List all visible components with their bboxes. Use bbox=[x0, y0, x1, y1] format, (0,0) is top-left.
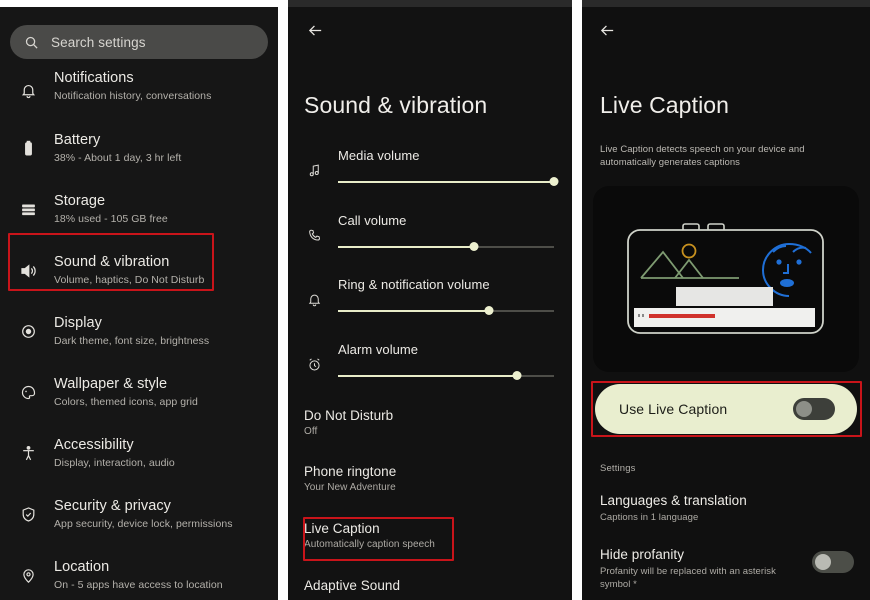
sidebar-item-accessibility[interactable]: Accessibility Display, interaction, audi… bbox=[0, 423, 278, 484]
volume-label: Alarm volume bbox=[338, 342, 419, 357]
sidebar-item-subtitle: Dark theme, font size, brightness bbox=[54, 335, 210, 347]
list-item-title: Adaptive Sound bbox=[304, 578, 401, 593]
list-item-title: Do Not Disturb bbox=[304, 408, 394, 423]
volume-label: Media volume bbox=[338, 148, 420, 163]
sidebar-item-label: Storage bbox=[54, 193, 106, 209]
status-bar-strip bbox=[0, 0, 278, 7]
list-item-title: Languages & translation bbox=[600, 493, 747, 508]
use-live-caption-toggle[interactable] bbox=[793, 398, 835, 420]
list-item-subtitle: Automatically caption speech bbox=[304, 539, 435, 550]
list-item-subtitle: Captions in 1 language bbox=[600, 512, 699, 523]
live-caption-illustration bbox=[593, 186, 859, 372]
hide-profanity-toggle[interactable] bbox=[812, 551, 854, 573]
bell-icon bbox=[304, 289, 324, 309]
alarm-icon bbox=[304, 354, 324, 374]
sidebar-item-label: Location bbox=[54, 559, 110, 575]
list-item-subtitle: Off bbox=[304, 426, 318, 437]
status-bar-strip bbox=[582, 0, 870, 7]
settings-section-label: Settings bbox=[600, 463, 636, 474]
list-item-title: Live Caption bbox=[304, 521, 380, 536]
battery-icon bbox=[14, 140, 42, 157]
search-input[interactable]: Search settings bbox=[10, 25, 268, 59]
accessibility-icon bbox=[14, 445, 42, 462]
media-volume-slider[interactable] bbox=[338, 175, 559, 189]
music-note-icon bbox=[304, 160, 324, 180]
toggle-knob bbox=[815, 554, 831, 570]
search-placeholder: Search settings bbox=[51, 34, 146, 50]
call-volume-slider[interactable] bbox=[338, 240, 554, 254]
screenshot-root: Search settings Notifications Notificati… bbox=[0, 0, 870, 600]
page-description: Live Caption detects speech on your devi… bbox=[600, 144, 805, 168]
list-item-adaptive-sound[interactable]: Adaptive Sound bbox=[288, 578, 572, 593]
ring-volume-slider[interactable] bbox=[338, 304, 554, 318]
list-item-live-caption[interactable]: Live Caption Automatically caption speec… bbox=[288, 521, 572, 550]
page-title: Sound & vibration bbox=[304, 92, 488, 118]
sidebar-item-display[interactable]: Display Dark theme, font size, brightnes… bbox=[0, 301, 278, 362]
sidebar-item-label: Security & privacy bbox=[54, 498, 171, 514]
sidebar-item-subtitle: Volume, haptics, Do Not Disturb bbox=[54, 274, 205, 286]
volume-label: Call volume bbox=[338, 213, 407, 228]
list-item-languages-translation[interactable]: Languages & translation Captions in 1 la… bbox=[582, 493, 870, 524]
volume-icon bbox=[14, 262, 42, 280]
settings-list: Notifications Notification history, conv… bbox=[0, 62, 278, 600]
sidebar-item-subtitle: 38% - About 1 day, 3 hr left bbox=[54, 152, 182, 164]
use-live-caption-card[interactable]: Use Live Caption bbox=[595, 384, 857, 434]
slider-fill bbox=[338, 310, 490, 312]
sidebar-item-label: Notifications bbox=[54, 70, 134, 86]
location-pin-icon bbox=[14, 567, 42, 584]
bell-icon bbox=[14, 82, 42, 99]
volume-label: Ring & notification volume bbox=[338, 277, 490, 292]
list-item-do-not-disturb[interactable]: Do Not Disturb Off bbox=[288, 408, 572, 437]
list-item-phone-ringtone[interactable]: Phone ringtone Your New Adventure bbox=[288, 464, 572, 493]
storage-icon bbox=[14, 201, 42, 218]
settings-panel: Search settings Notifications Notificati… bbox=[0, 0, 278, 600]
toggle-knob bbox=[796, 401, 812, 417]
sidebar-item-label: Battery bbox=[54, 132, 101, 148]
slider-fill bbox=[338, 375, 518, 377]
sidebar-item-subtitle: App security, device lock, permissions bbox=[54, 518, 233, 530]
slider-thumb[interactable] bbox=[484, 306, 494, 315]
slider-thumb[interactable] bbox=[549, 177, 559, 186]
list-item-subtitle: Profanity will be replaced with an aster… bbox=[600, 566, 776, 590]
list-item-title: Phone ringtone bbox=[304, 464, 397, 479]
sidebar-item-storage[interactable]: Storage 18% used - 105 GB free bbox=[0, 179, 278, 240]
sidebar-item-security-privacy[interactable]: Security & privacy App security, device … bbox=[0, 484, 278, 545]
sidebar-item-subtitle: Notification history, conversations bbox=[54, 90, 212, 102]
sidebar-item-label: Sound & vibration bbox=[54, 254, 170, 270]
phone-icon bbox=[304, 225, 324, 245]
status-bar-strip bbox=[288, 0, 572, 7]
sidebar-item-label: Display bbox=[54, 315, 102, 331]
page-title: Live Caption bbox=[600, 92, 730, 118]
sidebar-item-location[interactable]: Location On - 5 apps have access to loca… bbox=[0, 545, 278, 600]
sound-vibration-panel: Sound & vibration Media volume Call volu… bbox=[288, 0, 572, 600]
palette-icon bbox=[14, 384, 42, 401]
back-button[interactable] bbox=[594, 20, 620, 46]
back-button[interactable] bbox=[302, 20, 328, 46]
sidebar-item-subtitle: 18% used - 105 GB free bbox=[54, 213, 168, 225]
brightness-icon bbox=[14, 323, 42, 340]
slider-fill bbox=[338, 181, 554, 183]
sidebar-item-label: Wallpaper & style bbox=[54, 376, 168, 392]
sidebar-item-sound-vibration[interactable]: Sound & vibration Volume, haptics, Do No… bbox=[0, 240, 278, 301]
alarm-volume-slider[interactable] bbox=[338, 369, 554, 383]
sidebar-item-subtitle: On - 5 apps have access to location bbox=[54, 579, 223, 591]
sidebar-item-notifications[interactable]: Notifications Notification history, conv… bbox=[0, 62, 278, 118]
use-live-caption-label: Use Live Caption bbox=[619, 401, 728, 417]
list-item-subtitle: Your New Adventure bbox=[304, 482, 396, 493]
back-arrow-icon bbox=[599, 22, 616, 44]
live-caption-panel: Live Caption Live Caption detects speech… bbox=[582, 0, 870, 600]
shield-icon bbox=[14, 506, 42, 523]
slider-thumb[interactable] bbox=[512, 371, 522, 380]
sidebar-item-wallpaper-style[interactable]: Wallpaper & style Colors, themed icons, … bbox=[0, 362, 278, 423]
sidebar-item-label: Accessibility bbox=[54, 437, 134, 453]
list-item-title: Hide profanity bbox=[600, 547, 684, 562]
back-arrow-icon bbox=[307, 22, 324, 44]
search-icon bbox=[24, 35, 39, 50]
slider-fill bbox=[338, 246, 475, 248]
sidebar-item-subtitle: Display, interaction, audio bbox=[54, 457, 175, 469]
slider-thumb[interactable] bbox=[469, 242, 479, 251]
sidebar-item-battery[interactable]: Battery 38% - About 1 day, 3 hr left bbox=[0, 118, 278, 179]
list-item-hide-profanity[interactable]: Hide profanity Profanity will be replace… bbox=[582, 547, 870, 591]
sidebar-item-subtitle: Colors, themed icons, app grid bbox=[54, 396, 198, 408]
